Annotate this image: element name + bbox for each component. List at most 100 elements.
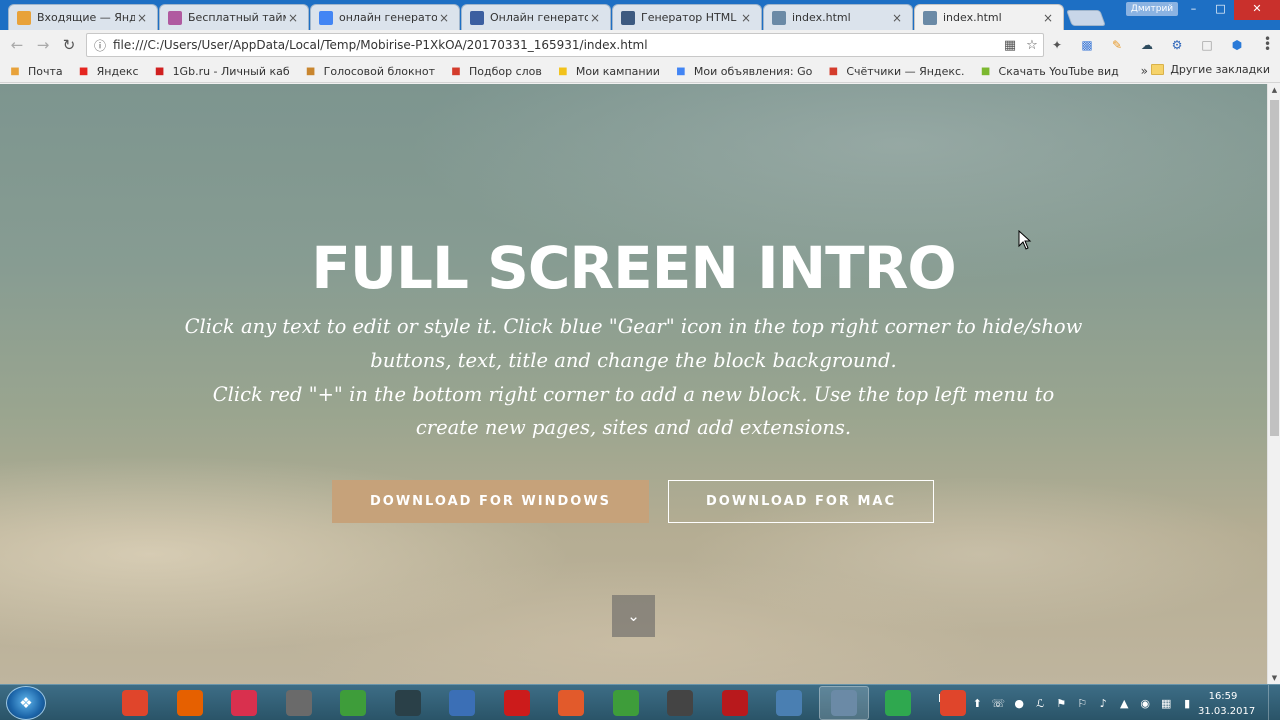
taskbar-app[interactable] bbox=[274, 686, 324, 720]
taskbar-app[interactable] bbox=[383, 686, 433, 720]
chrome-icon bbox=[612, 690, 639, 716]
info-icon[interactable]: ⓘ bbox=[87, 37, 113, 54]
thunderbird-icon bbox=[449, 690, 475, 716]
taskbar-app[interactable] bbox=[764, 686, 814, 720]
taskbar-app[interactable] bbox=[546, 686, 596, 720]
url-text[interactable]: file:///C:/Users/User/AppData/Local/Temp… bbox=[113, 38, 999, 52]
bookmark-label: Голосовой блокнот bbox=[323, 64, 435, 78]
minimize-button[interactable]: – bbox=[1180, 0, 1207, 20]
taskbar-app[interactable] bbox=[818, 686, 869, 720]
tab-3[interactable]: онлайн генератор html× bbox=[310, 4, 460, 30]
bookmark-label: Мои объявления: Go bbox=[693, 64, 813, 78]
menu-icon[interactable]: • • • bbox=[1264, 33, 1271, 55]
clock-time: 16:59 bbox=[1208, 691, 1238, 702]
bookmark-item[interactable]: ■ Мои объявления: Go bbox=[674, 64, 812, 78]
app-tray-icon[interactable]: ◉ bbox=[1136, 696, 1155, 710]
download-windows-button[interactable]: DOWNLOAD FOR WINDOWS bbox=[332, 480, 649, 523]
start-button[interactable]: ❖ bbox=[6, 686, 46, 720]
mobirise-icon bbox=[830, 690, 857, 716]
address-bar[interactable]: ⓘ file:///C:/Users/User/AppData/Local/Te… bbox=[86, 33, 1044, 57]
network-icon[interactable]: ▲ bbox=[1115, 696, 1134, 710]
download-mac-button[interactable]: DOWNLOAD FOR MAC bbox=[668, 480, 934, 523]
taskbar-app[interactable] bbox=[328, 686, 378, 720]
forward-button[interactable]: → bbox=[30, 32, 56, 58]
taskbar-app[interactable] bbox=[492, 686, 542, 720]
close-tab-icon[interactable]: × bbox=[588, 11, 602, 25]
windows-logo-icon: ❖ bbox=[19, 694, 33, 712]
profile-button[interactable]: Дмитрий bbox=[1126, 2, 1178, 16]
shield-tray-icon[interactable]: ⚑ bbox=[1052, 696, 1071, 710]
bookmark-item[interactable]: ■ 1Gb.ru - Личный каб bbox=[153, 64, 290, 78]
clock-date: 31.03.2017 bbox=[1198, 706, 1256, 717]
cart-icon[interactable]: ⚙ bbox=[1166, 35, 1188, 55]
scroll-down-icon[interactable]: ▼ bbox=[1268, 674, 1280, 682]
bookmark-label: Яндекс bbox=[96, 64, 139, 78]
tab-2[interactable]: Бесплатный таймер× bbox=[159, 4, 309, 30]
bookmark-item[interactable]: ■ Почта bbox=[8, 64, 62, 78]
tab-4[interactable]: Онлайн генератор × bbox=[461, 4, 611, 30]
taskbar-app[interactable] bbox=[710, 686, 760, 720]
taskbar-app[interactable] bbox=[219, 686, 269, 720]
cloud-icon[interactable]: ☁ bbox=[1136, 35, 1158, 55]
taskbar-app[interactable] bbox=[873, 686, 923, 720]
antivirus-icon[interactable]: ● bbox=[1010, 696, 1029, 710]
hero-text-line1[interactable]: Click any text to edit or style it. Clic… bbox=[180, 310, 1087, 378]
camera-icon bbox=[667, 690, 693, 716]
bookmark-item[interactable]: ■ Скачать YouTube вид bbox=[979, 64, 1119, 78]
bookmark-label: Счётчики — Яндекс. bbox=[846, 64, 965, 78]
scroll-down-button[interactable]: ⌄ bbox=[612, 595, 655, 637]
shield-icon[interactable]: ⬢ bbox=[1226, 35, 1248, 55]
taskbar-app[interactable] bbox=[165, 686, 215, 720]
star-icon[interactable]: ☆ bbox=[1021, 38, 1043, 53]
battery-icon[interactable]: ▮ bbox=[1178, 696, 1197, 710]
opera-icon bbox=[503, 690, 530, 716]
tab-1[interactable]: Входящие — Яндекс.Почта× bbox=[8, 4, 158, 30]
close-tab-icon[interactable]: × bbox=[890, 11, 904, 25]
bookmarks-more-button[interactable]: » bbox=[1141, 64, 1148, 78]
taskbar-app[interactable] bbox=[437, 686, 487, 720]
bookmark-item[interactable]: ■ Мои кампании bbox=[556, 64, 660, 78]
close-tab-icon[interactable]: × bbox=[286, 11, 300, 25]
bookmark-item[interactable]: ■ Яндекс bbox=[77, 64, 139, 78]
show-desktop-button[interactable] bbox=[1268, 685, 1280, 720]
translate-icon[interactable]: ▦ bbox=[999, 38, 1021, 53]
tab-6[interactable]: index.html × bbox=[763, 4, 913, 30]
signal-icon[interactable]: ▦ bbox=[1157, 696, 1176, 710]
hero-text[interactable]: Click any text to edit or style it. Clic… bbox=[180, 310, 1087, 445]
puzzle-icon[interactable]: ✦ bbox=[1046, 35, 1068, 55]
maximize-button[interactable]: □ bbox=[1207, 0, 1234, 20]
taskbar-app[interactable] bbox=[928, 686, 978, 720]
close-tab-icon[interactable]: × bbox=[135, 11, 149, 25]
close-tab-icon[interactable]: × bbox=[1041, 11, 1055, 25]
page-scrollbar[interactable]: ▲ ▼ bbox=[1267, 84, 1280, 684]
scrollbar-thumb[interactable] bbox=[1270, 100, 1279, 436]
close-tab-icon[interactable]: × bbox=[739, 11, 753, 25]
volume-icon[interactable]: ♪ bbox=[1094, 696, 1113, 710]
mascot-icon bbox=[285, 690, 312, 716]
back-button[interactable]: ← bbox=[4, 32, 30, 58]
flag-icon[interactable]: ⚐ bbox=[1073, 696, 1092, 710]
tab-7[interactable]: index.html × bbox=[914, 4, 1064, 30]
bookmark-item[interactable]: ■ Голосовой блокнот bbox=[304, 64, 435, 78]
viber-icon[interactable]: ☏ bbox=[989, 696, 1008, 710]
scroll-up-icon[interactable]: ▲ bbox=[1268, 86, 1280, 94]
hand-icon bbox=[776, 690, 802, 716]
taskbar-app[interactable] bbox=[110, 686, 160, 720]
hero-title[interactable]: FULL SCREEN INTRO bbox=[0, 234, 1267, 302]
bookmark-item[interactable]: ■ Счётчики — Яндекс. bbox=[826, 64, 965, 78]
tab-5[interactable]: Генератор HTML × bbox=[612, 4, 762, 30]
blank-ext-icon[interactable]: □ bbox=[1196, 35, 1218, 55]
pen-icon[interactable]: ✎ bbox=[1106, 35, 1128, 55]
other-bookmarks-button[interactable]: Другие закладки bbox=[1151, 63, 1270, 76]
new-tab-button[interactable] bbox=[1066, 10, 1106, 26]
taskbar-app[interactable] bbox=[655, 686, 705, 720]
hero-text-line2[interactable]: Click red "+" in the bottom right corner… bbox=[180, 378, 1087, 446]
bluetooth-icon[interactable]: ℒ bbox=[1031, 696, 1050, 710]
translate-ext-icon[interactable]: ▩ bbox=[1076, 35, 1098, 55]
close-tab-icon[interactable]: × bbox=[437, 11, 451, 25]
reload-button[interactable]: ↻ bbox=[56, 32, 82, 58]
close-window-button[interactable]: ✕ bbox=[1234, 0, 1280, 20]
taskbar-app[interactable] bbox=[601, 686, 651, 720]
bookmark-item[interactable]: ■ Подбор слов bbox=[449, 64, 542, 78]
clock[interactable]: 16:59 31.03.2017 bbox=[1198, 689, 1256, 719]
